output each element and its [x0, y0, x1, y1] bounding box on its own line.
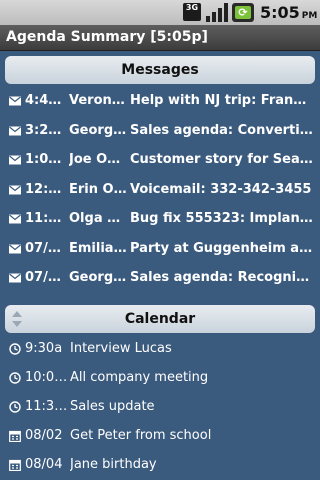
message-time: 1:02p	[25, 152, 63, 167]
event-time: 08/02	[25, 428, 63, 443]
clock-time: 5:05	[260, 3, 300, 22]
event-time: 08/04	[25, 457, 63, 472]
message-row[interactable]: 12:19p Erin O'…Voicemail: 332-342-3455	[0, 175, 320, 204]
clock-icon	[9, 401, 21, 413]
message-time: 4:41p	[25, 93, 63, 108]
message-sender: Erin O'…	[69, 182, 129, 197]
message-subject: Help with NJ trip: Frank -…	[130, 93, 314, 108]
event-title: All company meeting	[70, 370, 209, 385]
event-time: 9:30a	[25, 341, 63, 356]
message-sender: Veronica…	[69, 93, 129, 108]
message-time: 12:19p	[25, 182, 63, 197]
envelope-icon	[9, 96, 21, 106]
message-row[interactable]: 07/31 Emilia … Party at Guggenheim at …	[0, 234, 320, 263]
app-title: Agenda Summary [5:05p]	[6, 29, 208, 45]
message-row[interactable]: 4:41p Veronica…Help with NJ trip: Frank -…	[0, 86, 320, 115]
message-sender: Emilia …	[69, 241, 129, 256]
calendar-row[interactable]: 10:00a All company meeting	[0, 363, 320, 392]
message-subject: Party at Guggenheim at …	[130, 241, 314, 256]
message-time: 11:46a	[25, 211, 63, 226]
network-label: 3G	[185, 3, 199, 12]
message-subject: Sales agenda: Converting…	[130, 123, 314, 138]
envelope-icon	[9, 244, 21, 254]
message-row[interactable]: 11:46a Olga Bl…Bug fix 555323: Implanti…	[0, 204, 320, 233]
calendar-row[interactable]: 08/02 Get Peter from school	[0, 421, 320, 450]
message-time: 07/31	[25, 270, 63, 285]
calendar-row[interactable]: 9:30a Interview Lucas	[0, 334, 320, 363]
messages-header[interactable]: Messages	[5, 56, 315, 84]
network-3g-icon: 3G	[183, 3, 201, 21]
event-time: 10:00a	[25, 370, 69, 385]
calendar-header[interactable]: Calendar	[5, 305, 315, 333]
message-sender: Olga Bl…	[69, 211, 129, 226]
envelope-icon	[9, 214, 21, 224]
envelope-icon	[9, 185, 21, 195]
clock-icon	[9, 372, 21, 384]
battery-icon: ⟳	[232, 3, 254, 22]
message-subject: Bug fix 555323: Implanti…	[130, 211, 314, 226]
message-sender: George…	[69, 123, 129, 138]
clock-icon	[9, 343, 21, 355]
calendar-icon	[9, 430, 21, 442]
event-title: Interview Lucas	[70, 341, 172, 356]
message-row[interactable]: 07/31 George… Sales agenda: Recognizin…	[0, 263, 320, 292]
clock-ampm: PM	[301, 11, 318, 21]
calendar-header-label: Calendar	[124, 311, 196, 327]
message-time: 3:24p	[25, 123, 63, 138]
message-subject: Voicemail: 332-342-3455	[130, 182, 312, 197]
signal-strength-icon	[206, 3, 228, 22]
envelope-icon	[9, 126, 21, 136]
message-subject: Customer story for Sears:…	[130, 152, 314, 167]
status-clock: 5:05 PM	[260, 3, 317, 26]
message-row[interactable]: 3:24p George… Sales agenda: Converting…	[0, 116, 320, 145]
message-sender: George…	[69, 270, 129, 285]
event-time: 11:30a	[25, 399, 69, 414]
message-sender: Joe Ou…	[69, 152, 129, 167]
event-title: Jane birthday	[70, 457, 157, 472]
event-title: Sales update	[70, 399, 155, 414]
title-bar: Agenda Summary [5:05p]	[0, 25, 320, 51]
message-time: 07/31	[25, 241, 63, 256]
calendar-icon	[9, 459, 21, 471]
envelope-icon	[9, 155, 21, 165]
calendar-row[interactable]: 08/04 Jane birthday	[0, 450, 320, 479]
event-title: Get Peter from school	[70, 428, 212, 443]
message-subject: Sales agenda: Recognizin…	[130, 270, 314, 285]
message-row[interactable]: 1:02p Joe Ou… Customer story for Sears:…	[0, 145, 320, 174]
status-bar: 3G ⟳ 5:05 PM	[0, 0, 320, 25]
envelope-icon	[9, 273, 21, 283]
calendar-row[interactable]: 11:30a Sales update	[0, 392, 320, 421]
messages-header-label: Messages	[121, 62, 199, 78]
